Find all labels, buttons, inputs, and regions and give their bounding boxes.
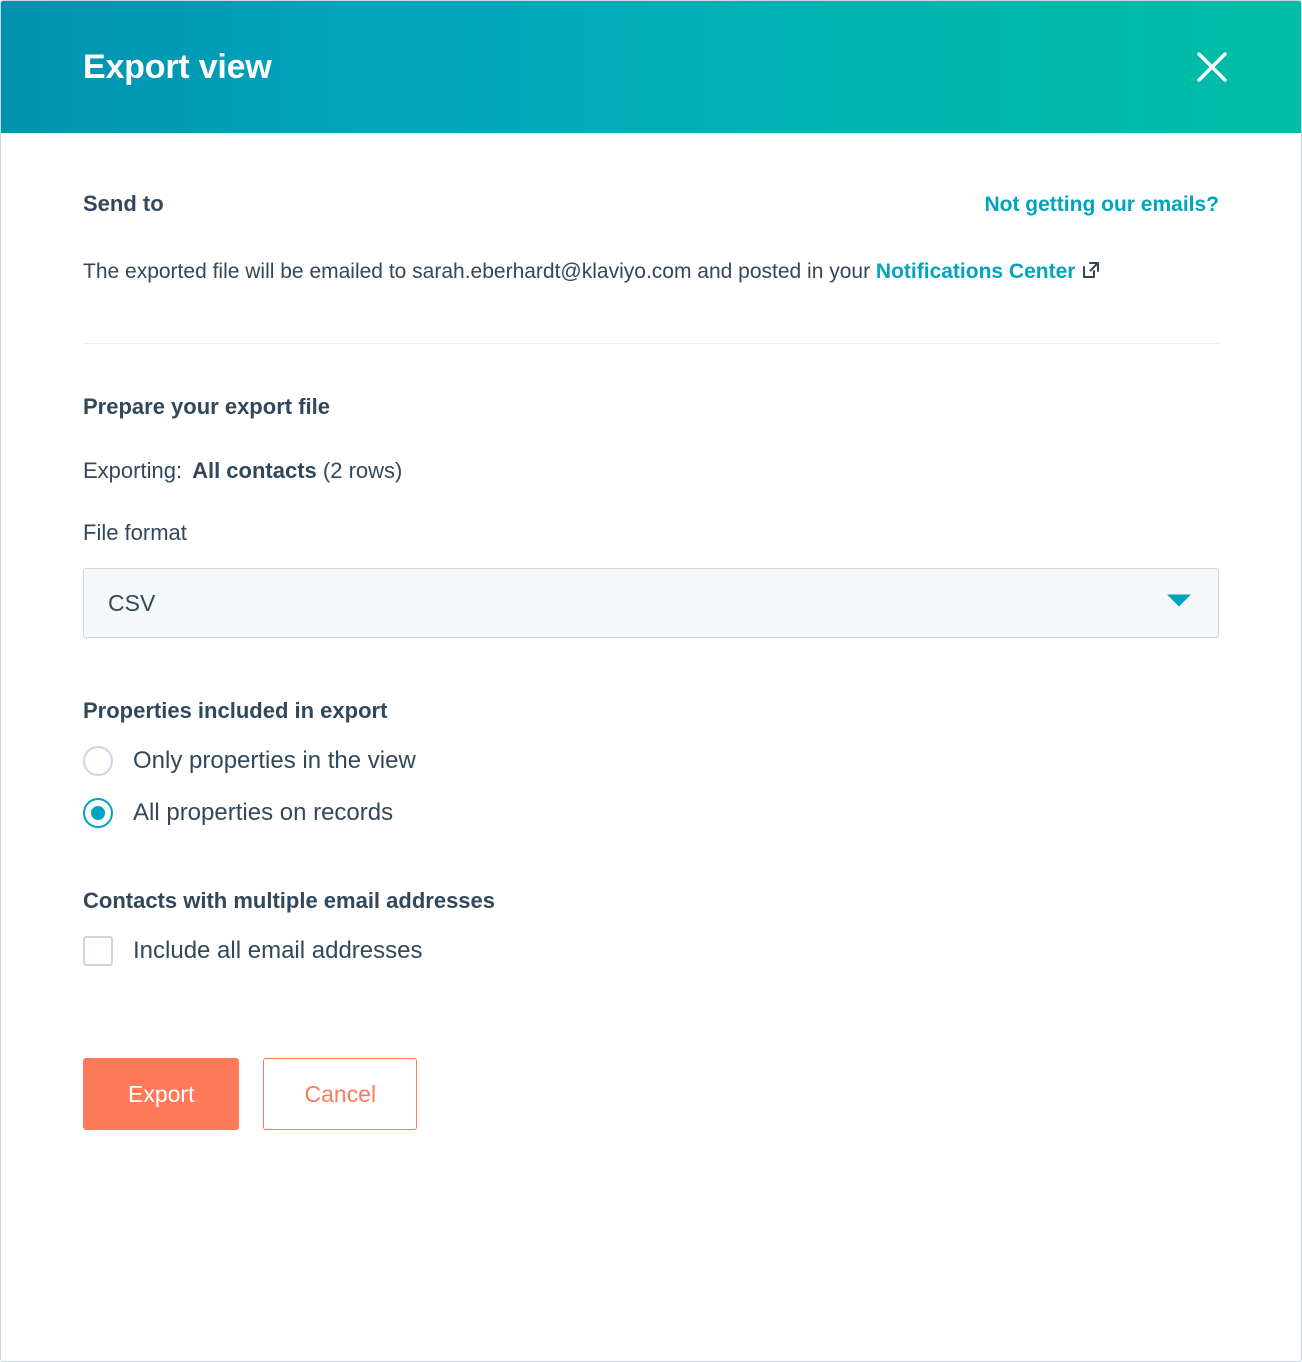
file-format-select-wrapper: CSV bbox=[83, 568, 1219, 639]
send-to-heading: Send to bbox=[83, 191, 164, 216]
section-divider bbox=[83, 343, 1219, 345]
export-button[interactable]: Export bbox=[83, 1058, 240, 1131]
description-prefix: The exported file will be emailed to bbox=[83, 260, 413, 284]
checkbox-icon[interactable] bbox=[83, 936, 113, 967]
page-title: Export view bbox=[83, 48, 272, 86]
external-link-icon bbox=[1081, 257, 1101, 291]
radio-label: All properties on records bbox=[133, 799, 394, 827]
checkbox-include-all-emails[interactable]: Include all email addresses bbox=[83, 936, 1219, 967]
close-icon bbox=[1195, 50, 1229, 84]
cancel-button[interactable]: Cancel bbox=[263, 1058, 418, 1131]
multiple-emails-heading: Contacts with multiple email addresses bbox=[83, 888, 496, 914]
dialog-header: Export view bbox=[1, 1, 1301, 133]
exporting-view-name: All contacts bbox=[192, 458, 317, 484]
radio-option-all-properties-on-records[interactable]: All properties on records bbox=[83, 798, 1219, 829]
prepare-export-heading: Prepare your export file bbox=[83, 394, 330, 420]
dialog-footer: Export Cancel bbox=[83, 1058, 1219, 1190]
radio-label: Only properties in the view bbox=[133, 747, 416, 775]
notifications-center-link[interactable]: Notifications Center bbox=[876, 260, 1076, 283]
export-view-dialog: Export view Send to Not getting our emai… bbox=[0, 0, 1302, 1362]
radio-option-only-properties-in-view[interactable]: Only properties in the view bbox=[83, 746, 1219, 777]
properties-included-heading: Properties included in export bbox=[83, 698, 388, 724]
exporting-label: Exporting: bbox=[83, 458, 183, 484]
not-getting-emails-link[interactable]: Not getting our emails? bbox=[984, 193, 1219, 217]
file-format-label: File format bbox=[83, 520, 187, 546]
radio-icon-selected[interactable] bbox=[83, 798, 113, 829]
file-format-select[interactable]: CSV bbox=[83, 568, 1219, 639]
dialog-body: Send to Not getting our emails? The expo… bbox=[1, 133, 1301, 1190]
send-to-row: Send to Not getting our emails? bbox=[83, 133, 1219, 217]
close-button[interactable] bbox=[1185, 40, 1239, 94]
radio-icon[interactable] bbox=[83, 746, 113, 777]
description-middle: and posted in your bbox=[691, 260, 876, 284]
recipient-email: sarah.eberhardt@klaviyo.com bbox=[412, 260, 692, 284]
exporting-summary: Exporting: All contacts (2 rows) bbox=[83, 458, 1219, 484]
export-destination-description: The exported file will be emailed to sar… bbox=[83, 255, 1219, 291]
exporting-row-count: (2 rows) bbox=[322, 458, 403, 484]
checkbox-label: Include all email addresses bbox=[133, 937, 423, 965]
